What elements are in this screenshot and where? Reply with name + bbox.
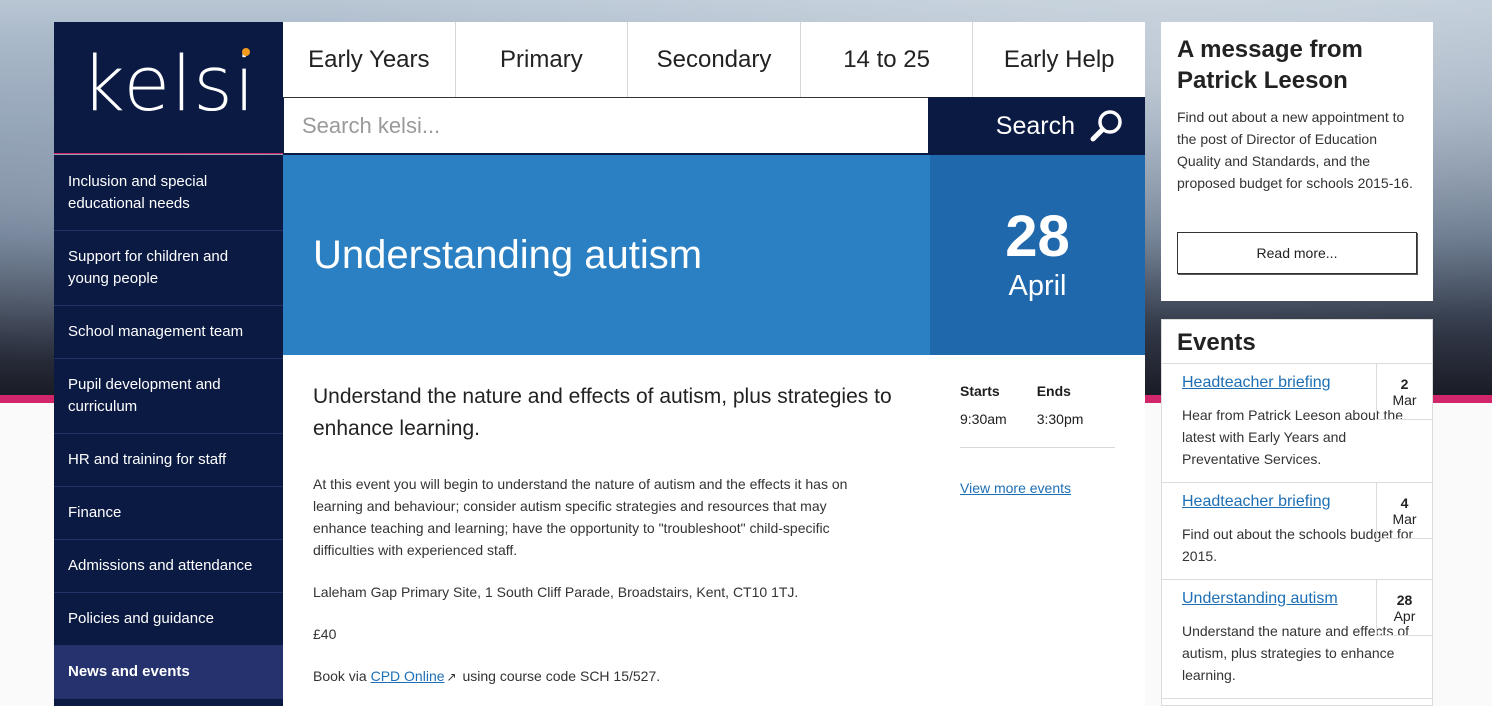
sidebar-item-label: Policies and guidance: [68, 610, 214, 627]
ends-label: Ends: [1036, 383, 1071, 399]
sidebar-item-pupil-development[interactable]: Pupil development and curriculum: [54, 359, 283, 434]
event-description: At this event you will begin to understa…: [313, 476, 848, 558]
starts-label: Starts: [960, 383, 1000, 399]
page-title: Understanding autism: [313, 232, 703, 277]
event-body: At this event you will begin to understa…: [313, 473, 883, 706]
message-body: Find out about a new appointment to the …: [1177, 109, 1413, 191]
logo-text: kelsi: [81, 38, 256, 128]
events-title: Events: [1162, 320, 1432, 364]
event-date-month: Mar: [1392, 510, 1417, 527]
sidebar-item-label: Pupil development and curriculum: [68, 376, 221, 415]
message-title: A message from Patrick Leeson: [1177, 36, 1363, 94]
sidebar-item-news-events[interactable]: News and events: [54, 646, 283, 699]
event-date: 2 Mar: [1376, 364, 1432, 420]
sidebar-item-label: HR and training for staff: [68, 451, 227, 468]
ends-value: 3:30pm: [1036, 411, 1084, 427]
event-date-badge: 28 April: [930, 155, 1145, 355]
starts-value: 9:30am: [960, 411, 1007, 427]
sidebar-item-label: Finance: [68, 504, 122, 521]
event-content: Understand the nature and effects of aut…: [283, 355, 1145, 706]
sidebar-item-school-management[interactable]: School management team: [54, 306, 283, 359]
sidebar-item-label: News and events: [68, 663, 190, 680]
cpd-online-link[interactable]: CPD Online: [371, 668, 445, 684]
tab-primary[interactable]: Primary: [456, 22, 629, 97]
event-date: 4 Mar: [1376, 483, 1432, 539]
booking-prefix: Book via: [313, 668, 367, 684]
sidebar-nav: Inclusion and special educational needs …: [54, 155, 283, 706]
list-item: Understanding autism Understand the natu…: [1162, 580, 1432, 699]
top-nav: Early Years Primary Secondary 14 to 25 E…: [283, 22, 1145, 97]
event-times: Starts 9:30am Ends 3:30pm: [960, 383, 1115, 448]
event-date-month: Mar: [1392, 391, 1417, 408]
list-item: Headteacher briefing Hear from Patrick L…: [1162, 364, 1432, 483]
tab-14-to-25[interactable]: 14 to 25: [801, 22, 974, 97]
sidebar-item-support[interactable]: Support for children and young people: [54, 231, 283, 306]
event-lead: Understand the nature and effects of aut…: [313, 385, 892, 440]
list-item: Headteacher briefing Find out about the …: [1162, 483, 1432, 580]
tab-secondary[interactable]: Secondary: [628, 22, 801, 97]
event-date-day: 2: [1400, 375, 1409, 392]
event-link[interactable]: Understanding autism: [1182, 590, 1372, 608]
search-button[interactable]: Search: [940, 97, 1145, 155]
event-month: April: [1008, 269, 1067, 302]
magnifier-icon: [1090, 110, 1122, 142]
sidebar-item-label: School management team: [68, 323, 244, 340]
event-link[interactable]: Headteacher briefing: [1182, 493, 1372, 511]
events-panel: Events Headteacher briefing Hear from Pa…: [1161, 319, 1433, 706]
message-panel: A message from Patrick Leeson Find out a…: [1161, 22, 1433, 301]
sidebar-item-policies[interactable]: Policies and guidance: [54, 593, 283, 646]
view-more-events-link[interactable]: View more events: [960, 480, 1071, 496]
event-price: £40: [313, 626, 337, 642]
tab-early-help[interactable]: Early Help: [973, 22, 1145, 97]
sidebar-item-admissions[interactable]: Admissions and attendance: [54, 540, 283, 593]
logo-dot-icon: [241, 47, 250, 56]
read-more-button[interactable]: Read more...: [1177, 232, 1417, 274]
event-link[interactable]: Headteacher briefing: [1182, 374, 1372, 392]
search-input[interactable]: [283, 97, 929, 154]
search-button-label: Search: [995, 111, 1075, 140]
event-date-month: Apr: [1393, 607, 1416, 624]
event-date-day: 4: [1400, 494, 1409, 511]
tab-early-years[interactable]: Early Years: [283, 22, 456, 97]
logo[interactable]: kelsi: [54, 22, 283, 154]
event-date-day: 28: [1396, 591, 1413, 608]
event-day: 28: [1005, 203, 1070, 269]
event-location: Laleham Gap Primary Site, 1 South Cliff …: [313, 584, 799, 600]
sidebar-item-label: Support for children and young people: [68, 248, 229, 287]
event-date: 28 Apr: [1376, 580, 1432, 636]
event-hero: Understanding autism: [283, 155, 930, 355]
sidebar-item-hr-training[interactable]: HR and training for staff: [54, 434, 283, 487]
booking-suffix: using course code SCH 15/527.: [462, 668, 661, 684]
sidebar-item-inclusion[interactable]: Inclusion and special educational needs: [54, 155, 283, 231]
external-link-icon: ↗: [446, 670, 457, 684]
sidebar-item-finance[interactable]: Finance: [54, 487, 283, 540]
sidebar-item-label: Admissions and attendance: [68, 557, 253, 574]
divider: [960, 447, 1115, 448]
search-bar: Search: [283, 97, 1145, 155]
event-booking: Book via CPD Online ↗ using course code S…: [313, 665, 883, 688]
sidebar-item-label: Inclusion and special educational needs: [68, 172, 208, 212]
